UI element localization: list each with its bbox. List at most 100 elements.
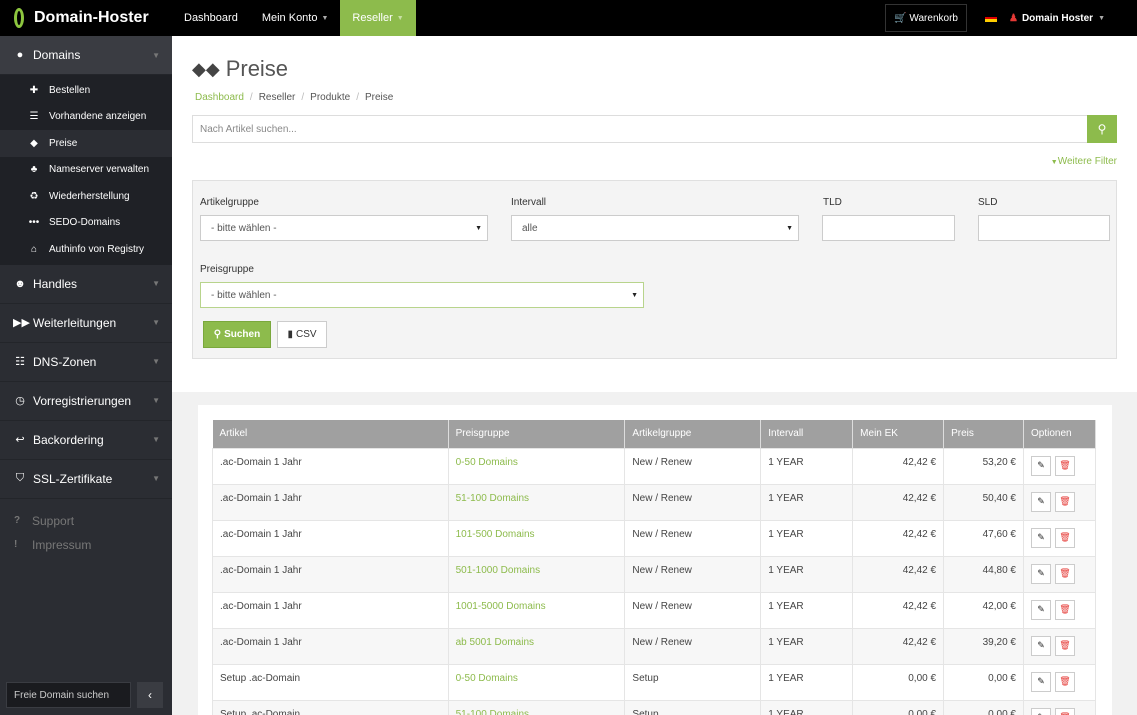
cell-artikel: .ac-Domain 1 Jahr [212,591,449,629]
suchen-button[interactable]: ⚲ Suchen [203,321,271,348]
sidebar-group-ssl[interactable]: ⛉ SSL-Zertifikate ▼ [0,460,172,499]
free-domain-search-input[interactable]: Freie Domain suchen [6,682,131,708]
cell-artikelgruppe: New / Renew [624,591,762,629]
column-header-intervall[interactable]: Intervall [760,420,854,448]
sidebar-group-label: Backordering [33,432,104,447]
edit-button[interactable]: ✎ [1030,527,1051,548]
trash-icon: 🗑 [1059,676,1071,686]
sidebar-item-preise[interactable]: ◆ Preise [0,130,172,157]
shield-icon: ⛉ [15,472,25,484]
cell-preisgruppe[interactable]: 0-50 Domains [447,663,626,701]
preisgruppe-select[interactable]: - bitte wählen - ▼ [200,282,644,308]
breadcrumb-produkte: Produkte [310,92,351,103]
delete-button[interactable]: 🗑 [1054,455,1075,476]
sidebar: ● Domains ▼ ✚ Bestellen ☰ Vorhandene anzei… [0,36,172,715]
table-row: Setup .ac-Domain 51-100 Domains Setup 1 YEA… [212,699,1097,715]
sidebar-group-backordering[interactable]: ↩ Backordering ▼ [0,421,172,460]
column-header-artikel[interactable]: Artikel [212,420,449,448]
sidebar-group-label: SSL-Zertifikate [33,471,113,486]
cart-button[interactable]: 🛒 Warenkorb [884,4,967,32]
artikelgruppe-select[interactable]: - bitte wählen - ▼ [200,215,488,241]
sidebar-item-sedo[interactable]: ••• SEDO-Domains [0,210,172,237]
sidebar-link-support[interactable]: ? Support [0,509,172,533]
cell-preisgruppe[interactable]: ab 5001 Domains [447,627,626,665]
cell-artikelgruppe: Setup [624,699,762,715]
column-header-mein-ek[interactable]: Mein EK [852,420,945,448]
cell-mein-ek: 42,42 € [852,591,945,629]
brand-logo[interactable]: Domain-Hoster [0,0,172,36]
sidebar-group-handles[interactable]: ☻ Handles ▼ [0,265,172,304]
trash-icon: 🗑 [1059,496,1071,506]
edit-button[interactable]: ✎ [1030,599,1051,620]
column-header-artikelgruppe[interactable]: Artikelgruppe [624,420,762,448]
filter-panel: Artikelgruppe - bitte wählen - ▼ Interval… [192,180,1117,359]
delete-button[interactable]: 🗑 [1054,599,1075,620]
edit-button[interactable]: ✎ [1030,707,1051,715]
sidebar-item-wiederherstellung[interactable]: ♻ Wiederherstellung [0,183,172,210]
sidebar-group-domains[interactable]: ● Domains ▼ [0,36,172,75]
row-options: ✎🗑 [1030,527,1095,548]
cell-optionen: ✎🗑 [1022,519,1097,557]
sidebar-collapse-button[interactable]: ‹ [137,682,163,708]
search-button[interactable]: ⚲ [1087,115,1117,143]
trash-icon: 🗑 [1059,640,1071,650]
nav-reseller[interactable]: Reseller ▼ [340,0,416,36]
cell-intervall: 1 YEAR [760,519,854,557]
delete-button[interactable]: 🗑 [1054,707,1075,715]
cell-intervall: 1 YEAR [760,591,854,629]
cell-preisgruppe[interactable]: 1001-5000 Domains [447,591,626,629]
column-header-preisgruppe[interactable]: Preisgruppe [448,420,626,448]
delete-button[interactable]: 🗑 [1054,491,1075,512]
edit-button[interactable]: ✎ [1030,671,1051,692]
file-icon: ▮ [287,329,293,340]
cell-intervall: 1 YEAR [760,555,854,593]
cell-preisgruppe[interactable]: 51-100 Domains [447,483,626,521]
breadcrumb-dashboard[interactable]: Dashboard [195,92,244,103]
pencil-icon: ✎ [1037,604,1045,614]
sidebar-item-nameserver[interactable]: ♣ Nameserver verwalten [0,157,172,184]
column-header-preis[interactable]: Preis [943,420,1024,448]
delete-button[interactable]: 🗑 [1054,671,1075,692]
edit-button[interactable]: ✎ [1030,491,1051,512]
pencil-icon: ✎ [1037,568,1045,578]
row-options: ✎🗑 [1030,707,1095,715]
chevron-down-icon: ▼ [475,224,482,232]
edit-button[interactable]: ✎ [1030,455,1051,476]
chevron-down-icon: ▼ [321,14,329,22]
nav-mein-konto[interactable]: Mein Konto ▼ [250,0,341,36]
delete-button[interactable]: 🗑 [1054,635,1075,656]
more-filter-link[interactable]: ▼Weitere Filter [1051,156,1117,167]
cell-preisgruppe[interactable]: 0-50 Domains [447,447,626,485]
german-flag-icon[interactable] [984,14,997,23]
intervall-select[interactable]: alle ▼ [511,215,799,241]
delete-button[interactable]: 🗑 [1054,527,1075,548]
table-row: .ac-Domain 1 Jahr ab 5001 Domains New / Re… [212,627,1097,665]
delete-button[interactable]: 🗑 [1054,563,1075,584]
cell-intervall: 1 YEAR [760,483,854,521]
user-menu[interactable]: ♟ Domain Hoster ▼ [1009,13,1105,24]
cell-mein-ek: 0,00 € [852,699,945,715]
cell-preisgruppe[interactable]: 51-100 Domains [447,699,626,715]
csv-button[interactable]: ▮ CSV [277,321,327,348]
edit-button[interactable]: ✎ [1030,635,1051,656]
cell-preisgruppe[interactable]: 101-500 Domains [447,519,626,557]
sidebar-group-weiterleitungen[interactable]: ▶▶ Weiterleitungen ▼ [0,304,172,343]
sidebar-item-bestellen[interactable]: ✚ Bestellen [0,77,172,104]
prices-table-card: Artikel Preisgruppe Artikelgruppe Interv… [198,405,1112,715]
table-row: .ac-Domain 1 Jahr 1001-5000 Domains New / … [212,591,1097,629]
pencil-icon: ✎ [1037,460,1045,470]
article-search-input[interactable]: Nach Artikel suchen... [192,115,1088,143]
sidebar-link-impressum[interactable]: ! Impressum [0,533,172,557]
sidebar-group-dns[interactable]: ☷ DNS-Zonen ▼ [0,343,172,382]
cell-preisgruppe[interactable]: 501-1000 Domains [447,555,626,593]
edit-button[interactable]: ✎ [1030,563,1051,584]
sidebar-group-vorregistrierungen[interactable]: ◷ Vorregistrierungen ▼ [0,382,172,421]
sidebar-item-vorhandene[interactable]: ☰ Vorhandene anzeigen [0,104,172,131]
pencil-icon: ✎ [1037,640,1045,650]
sidebar-item-authinfo[interactable]: ⌂ Authinfo von Registry [0,236,172,263]
tld-input[interactable] [822,215,955,241]
cell-artikelgruppe: New / Renew [624,483,762,521]
sld-input[interactable] [978,215,1110,241]
cell-optionen: ✎🗑 [1022,699,1097,715]
nav-dashboard[interactable]: Dashboard [172,0,250,36]
